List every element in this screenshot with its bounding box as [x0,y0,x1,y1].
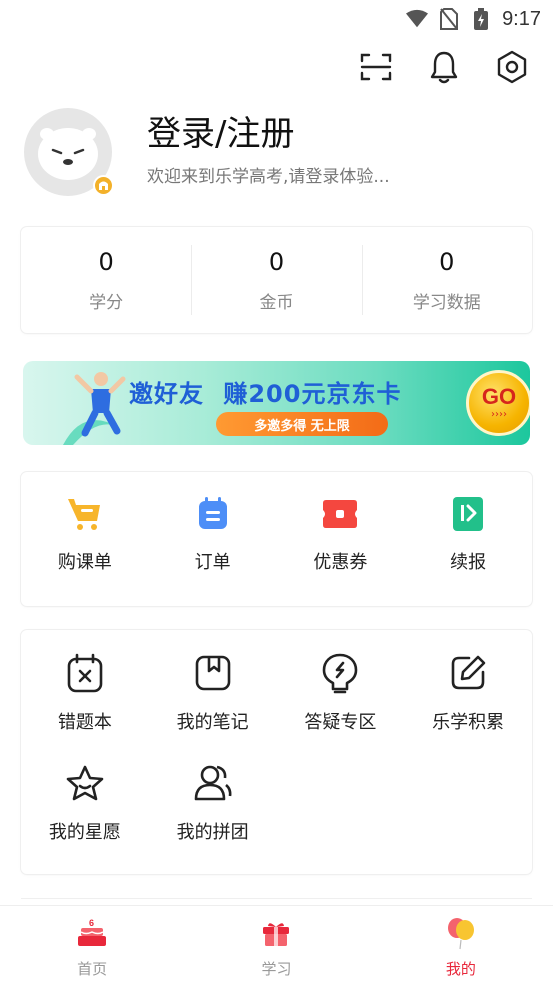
stat-coins[interactable]: 0 金币 [191,245,361,315]
banner-title-amount: 200元 [248,380,327,408]
stat-study-data[interactable]: 0 学习数据 [361,245,532,315]
shortcut-cart[interactable]: 购课单 [21,472,149,606]
stat-label: 金币 [259,292,294,313]
welcome-subtitle: 欢迎来到乐学高考,请登录体验... [147,167,390,187]
battery-charging-icon [470,8,492,30]
tool-wrong-questions[interactable]: 错题本 [21,652,149,754]
shortcut-coupons[interactable]: 优惠券 [277,472,405,606]
settings-icon[interactable] [495,50,529,84]
tab-mine[interactable]: 我的 [369,906,553,983]
shortcuts-card: 购课单 订单 优惠券 续报 [21,472,532,606]
group-users-icon [192,762,234,804]
invite-banner[interactable]: 邀好友 赚200元京东卡 多邀多得 无上限 GO ›››› [23,361,530,445]
banner-title-prefix: 邀好友 [129,380,204,408]
shortcut-label: 优惠券 [313,552,368,573]
tool-label: 我的拼团 [176,822,249,843]
wrong-questions-icon [64,652,106,694]
tab-study[interactable]: 学习 [184,906,368,983]
scan-icon[interactable] [359,50,393,84]
gift-icon [259,916,293,950]
stat-label: 学分 [89,292,124,313]
stats-card: 0 学分 0 金币 0 学习数据 [21,227,532,333]
renew-icon [448,494,488,534]
tab-label: 学习 [261,960,292,978]
notebook-icon [192,652,234,694]
login-register-title[interactable]: 登录/注册 [147,106,294,155]
balloon-icon [444,916,478,950]
tool-label: 我的笔记 [176,712,249,733]
profile-header[interactable]: 登录/注册 欢迎来到乐学高考,请登录体验... [0,96,553,218]
stat-label: 学习数据 [412,292,481,313]
banner-title: 邀好友 赚200元京东卡 [129,374,401,409]
tool-label: 乐学积累 [432,712,505,733]
banner-go-button[interactable]: GO ›››› [466,370,530,436]
go-arrows-icon: ›››› [491,409,507,420]
stat-credits[interactable]: 0 学分 [21,245,191,315]
tool-accumulate[interactable]: 乐学积累 [404,652,532,754]
top-actions [0,38,553,96]
tool-qa-zone[interactable]: 答疑专区 [277,652,405,754]
star-icon [64,762,106,804]
bottom-tabbar: 6 首页 学习 我的 [0,905,553,983]
cart-icon [65,494,105,534]
svg-text:6: 6 [89,918,94,928]
tab-home[interactable]: 6 首页 [0,906,184,983]
cake-icon: 6 [75,916,109,950]
tab-label: 首页 [77,960,108,978]
no-sim-icon [438,8,460,30]
qa-bulb-icon [319,652,361,694]
avatar-badge-icon [93,175,114,196]
tool-notes[interactable]: 我的笔记 [149,652,277,754]
stat-value: 0 [439,247,455,276]
tool-label: 错题本 [57,712,112,733]
coupon-icon [320,494,360,534]
tool-star-wish[interactable]: 我的星愿 [21,762,149,864]
shortcut-label: 续报 [450,552,487,573]
bell-icon[interactable] [427,50,461,84]
tool-label: 答疑专区 [304,712,377,733]
edit-icon [447,652,489,694]
shortcut-renew[interactable]: 续报 [404,472,532,606]
tool-group-buy[interactable]: 我的拼团 [149,762,277,864]
order-icon [193,494,233,534]
banner-pill: 多邀多得 无上限 [216,412,388,436]
shortcut-label: 订单 [194,552,231,573]
shortcut-label: 购课单 [57,552,112,573]
stat-value: 0 [268,247,285,276]
tab-label: 我的 [445,960,476,978]
clock: 9:17 [502,7,541,30]
banner-title-suffix: 京东卡 [326,380,402,408]
tools-card: 错题本 我的笔记 答疑专区 乐学积累 我的星愿 我的拼团 [21,630,532,874]
shortcut-orders[interactable]: 订单 [149,472,277,606]
wifi-icon [406,8,429,30]
stat-value: 0 [98,247,114,276]
tool-label: 我的星愿 [48,822,121,843]
runner-illustration-icon [63,372,126,445]
go-label: GO [481,384,517,409]
banner-title-earn: 赚 [223,380,249,408]
status-bar: 9:17 [0,0,553,38]
